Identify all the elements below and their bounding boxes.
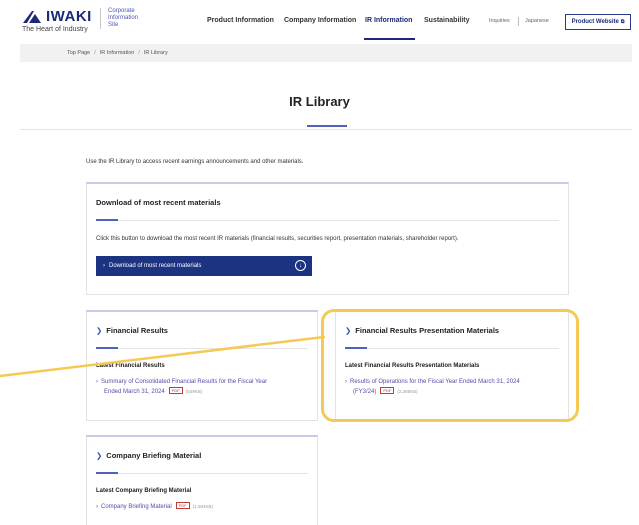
highlight-box [321, 309, 579, 422]
highlight-pointer-line [0, 335, 326, 378]
